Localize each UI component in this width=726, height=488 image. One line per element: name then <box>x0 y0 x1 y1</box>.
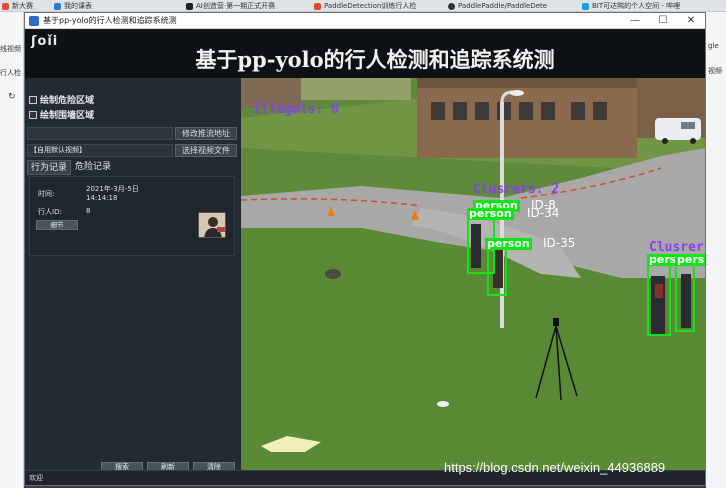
checkbox-icon <box>29 96 37 104</box>
detection-box <box>487 242 507 296</box>
person-label: person <box>467 207 514 220</box>
person-label: person <box>485 237 532 250</box>
browser-tab[interactable]: PaddlePaddle/PaddleDete <box>446 1 576 12</box>
detection-box <box>647 258 671 336</box>
person-snapshot <box>199 213 225 237</box>
browser-tab-strip: 新大赛 我的课表 AI创造营·第一期正式开赛 PaddleDetection训练… <box>0 0 726 12</box>
tab-favicon-icon <box>314 3 321 10</box>
tab-favicon-icon <box>582 3 589 10</box>
refresh-icon[interactable]: ↻ <box>8 92 16 102</box>
track-id-label: ID-34 <box>527 206 560 220</box>
time-value-date: 2021年-3月-5日 <box>86 185 139 193</box>
time-label: 时间: <box>38 190 55 198</box>
pedestrian-id-value: 8 <box>86 207 91 215</box>
person-label: pers <box>675 253 705 266</box>
checkbox-label: 绘制危险区域 <box>40 96 95 106</box>
app-header: ʃoǐi 基于pp-yolo的行人检测和追踪系统测 <box>25 30 705 78</box>
camera-scene <box>241 78 705 470</box>
browser-tab[interactable]: BIT可达鸭的个人空间 - 哔哩 <box>580 1 710 12</box>
cluster-label: Clusrers: 2 <box>473 182 560 197</box>
detail-button[interactable]: 细节 <box>36 220 78 230</box>
page-text: 视频 <box>708 67 722 75</box>
browser-tab[interactable]: PaddleDetection训练行人检 <box>312 1 442 12</box>
page-text: 线视频 <box>0 45 21 53</box>
page-text: gle <box>708 42 719 50</box>
status-text: 欢迎 <box>29 474 43 482</box>
draw-fence-area-checkbox[interactable]: 绘制围墙区域 <box>29 109 94 123</box>
control-panel: 绘制危险区域 绘制围墙区域 修改推流地址 【自用默认视频】 选择视频文件 行为记… <box>25 78 241 473</box>
window-title: 基于pp-yolo的行人检测和追踪系统测 <box>43 16 177 25</box>
github-icon <box>448 3 455 10</box>
browser-tab[interactable]: AI创造营·第一期正式开赛 <box>184 1 304 12</box>
minimize-button[interactable]: — <box>621 13 649 29</box>
person-thumbnail[interactable] <box>198 212 226 238</box>
close-button[interactable]: ✕ <box>677 13 705 29</box>
browser-tab[interactable]: 我的课表 <box>52 1 172 12</box>
page-title: 基于pp-yolo的行人检测和追踪系统测 <box>195 47 555 72</box>
maximize-button[interactable]: ☐ <box>649 13 677 29</box>
detection-box <box>675 258 695 332</box>
tab-behavior-records[interactable]: 行为记录 <box>27 160 71 175</box>
checkbox-icon <box>29 111 37 119</box>
time-value-clock: 14:14:18 <box>86 194 118 202</box>
pedestrian-id-label: 行人ID: <box>38 208 62 216</box>
select-video-button[interactable]: 选择视频文件 <box>175 144 237 157</box>
app-window: 基于pp-yolo的行人检测和追踪系统测 — ☐ ✕ ʃoǐi 基于pp-yol… <box>24 12 706 486</box>
video-display[interactable]: illegals: 0 Clusrers: 2 person ID-8 pers… <box>241 78 705 470</box>
browser-page-right: gle 视频 <box>706 12 726 488</box>
modify-stream-button[interactable]: 修改推流地址 <box>175 127 237 140</box>
track-id-label: ID-35 <box>543 236 576 250</box>
tab-favicon-icon <box>54 3 61 10</box>
stream-address-input[interactable] <box>27 127 173 140</box>
title-bar[interactable]: 基于pp-yolo的行人检测和追踪系统测 — ☐ ✕ <box>25 13 705 29</box>
draw-danger-area-checkbox[interactable]: 绘制危险区域 <box>29 94 94 108</box>
browser-page-left: 线视频 行人检 ↻ <box>0 12 24 488</box>
app-icon <box>29 16 39 26</box>
page-text: 行人检 <box>0 69 21 77</box>
illegals-counter: illegals: 0 <box>253 102 340 117</box>
browser-tab[interactable]: 新大赛 <box>0 1 48 12</box>
watermark: https://blog.csdn.net/weixin_44936889 <box>444 460 666 475</box>
record-item[interactable]: 时间: 2021年-3月-5日 14:14:18 行人ID: 8 细节 <box>29 176 235 256</box>
tab-danger-records[interactable]: 危险记录 <box>71 160 115 175</box>
video-source-input[interactable]: 【自用默认视频】 <box>27 144 173 157</box>
checkbox-label: 绘制围墙区域 <box>40 111 95 121</box>
tab-favicon-icon <box>186 3 193 10</box>
tab-favicon-icon <box>2 3 9 10</box>
